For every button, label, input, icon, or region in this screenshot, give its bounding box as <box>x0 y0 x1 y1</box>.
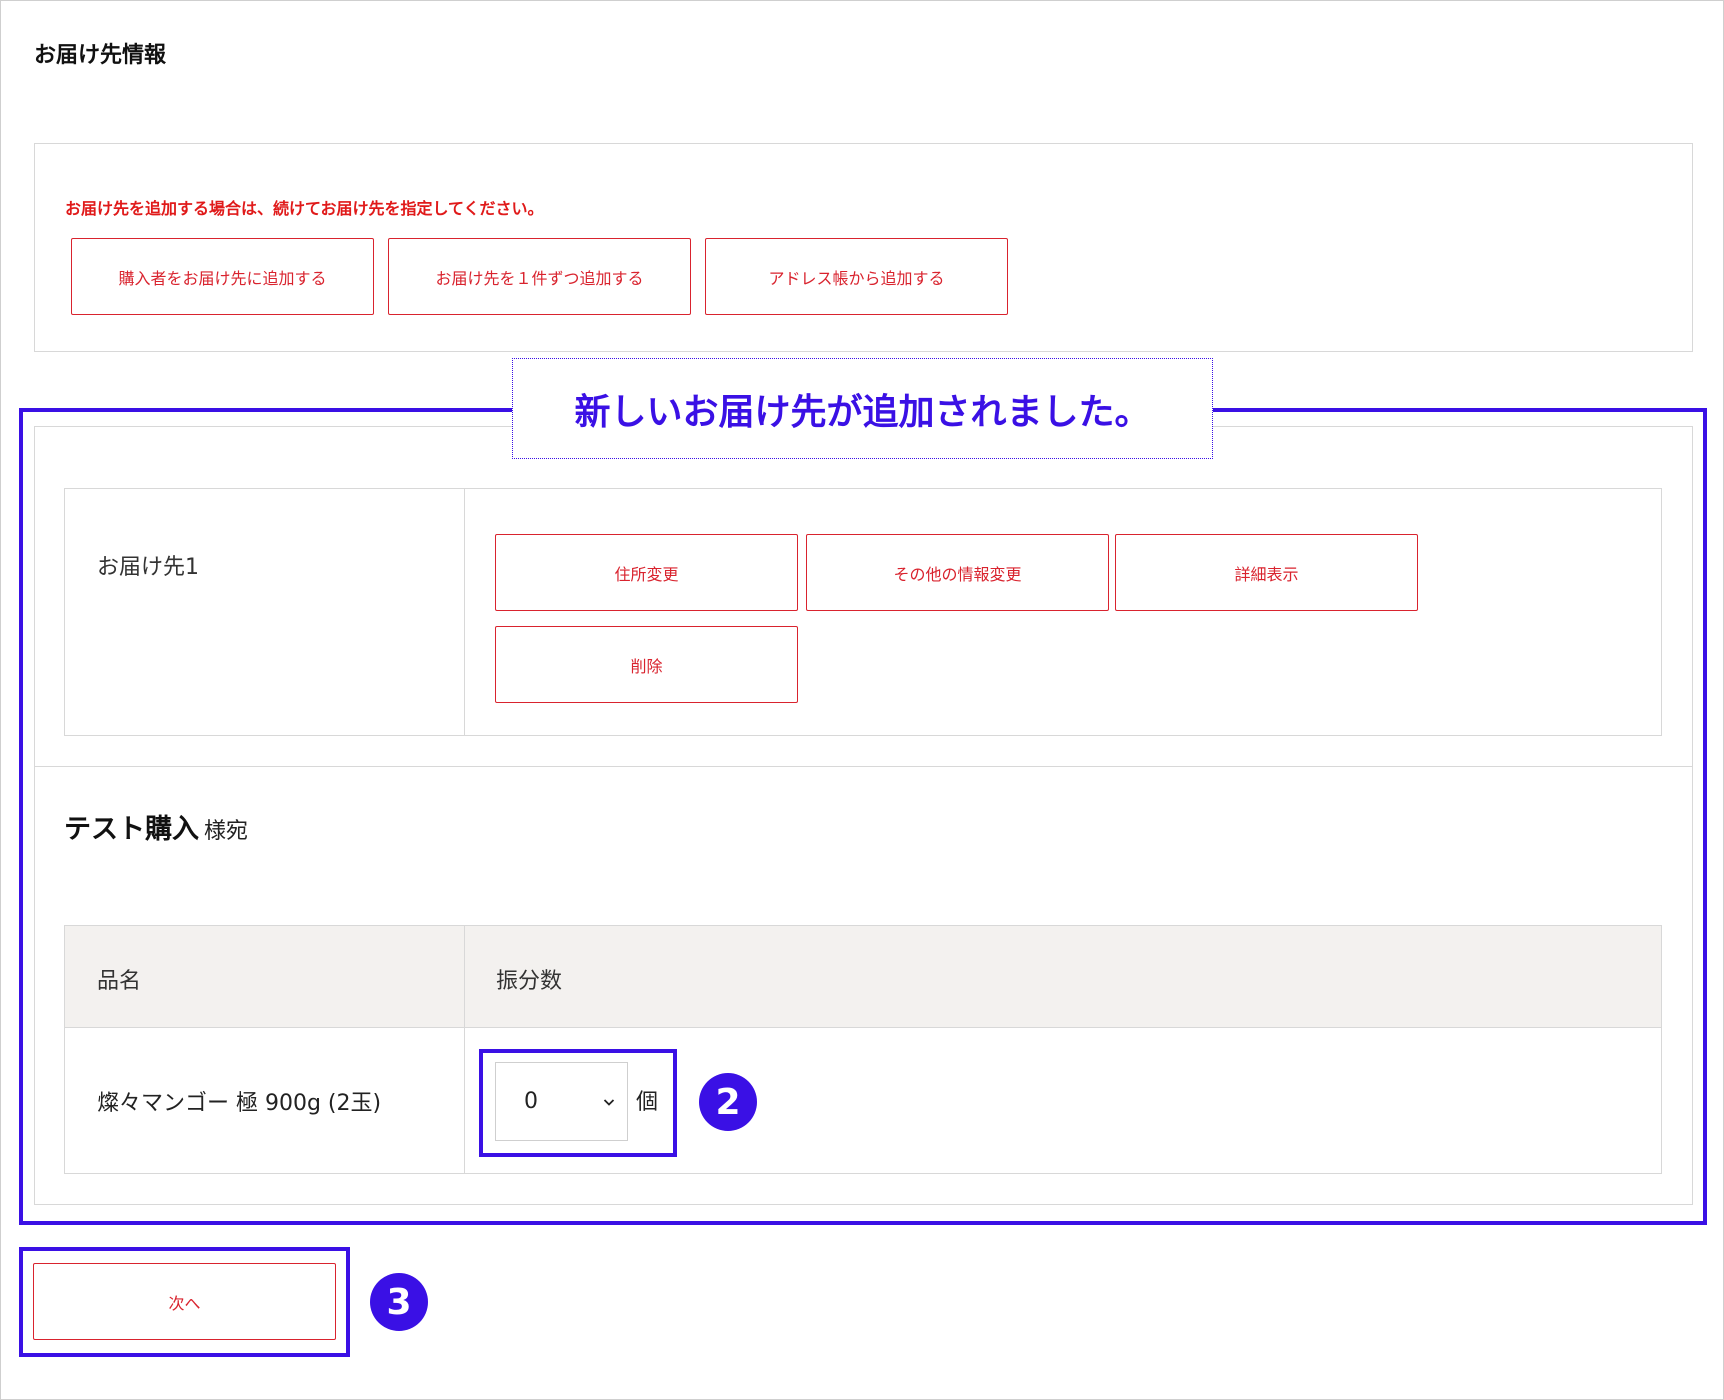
column-header-quantity: 振分数 <box>496 969 563 994</box>
section-divider <box>34 766 1693 767</box>
add-buyer-as-destination-button[interactable]: 購入者をお届け先に追加する <box>71 238 374 315</box>
step-badge-3: 3 <box>370 1273 428 1331</box>
items-table-header <box>65 926 1661 1028</box>
show-details-button[interactable]: 詳細表示 <box>1115 534 1418 611</box>
change-address-button[interactable]: 住所変更 <box>495 534 798 611</box>
add-destination-notice: お届け先を追加する場合は、続けてお届け先を指定してください。 <box>65 199 544 218</box>
page-title: お届け先情報 <box>34 43 167 68</box>
chevron-down-icon <box>603 1098 615 1106</box>
column-header-product-name: 品名 <box>97 969 142 994</box>
add-from-address-book-button[interactable]: アドレス帳から追加する <box>705 238 1008 315</box>
delete-destination-button[interactable]: 削除 <box>495 626 798 703</box>
next-button[interactable]: 次へ <box>33 1263 336 1340</box>
quantity-select-value: 0 <box>524 1089 538 1114</box>
quantity-select[interactable]: 0 <box>495 1062 628 1141</box>
quantity-unit: 個 <box>636 1090 659 1115</box>
product-name: 燦々マンゴー 極 900g (2玉) <box>97 1091 382 1116</box>
add-destination-one-by-one-button[interactable]: お届け先を１件ずつ追加する <box>388 238 691 315</box>
page: お届け先情報 お届け先を追加する場合は、続けてお届け先を指定してください。 購入… <box>0 0 1724 1400</box>
step-badge-2: 2 <box>699 1073 757 1131</box>
destination-label: お届け先1 <box>97 555 199 580</box>
destination-table-divider <box>464 488 465 736</box>
destination-table <box>64 488 1662 736</box>
change-other-info-button[interactable]: その他の情報変更 <box>806 534 1109 611</box>
destination-added-callout: 新しいお届け先が追加されました。 <box>512 358 1213 459</box>
recipient-name: テスト購入 <box>64 814 199 845</box>
items-table-divider <box>464 926 465 1173</box>
recipient-suffix: 様宛 <box>204 819 249 844</box>
